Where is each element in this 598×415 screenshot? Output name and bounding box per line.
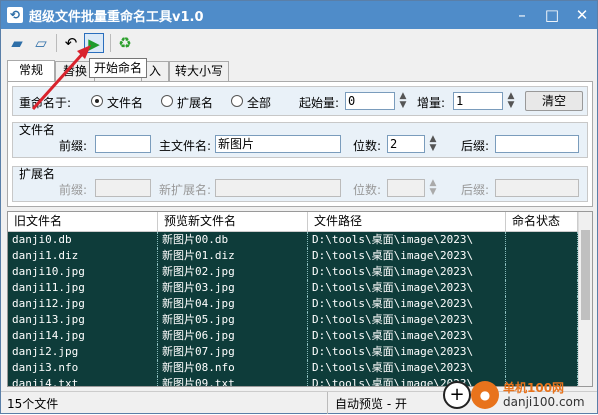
- app-window: ⟲ 超级文件批量重命名工具v1.0 – □ ✕ ▰ ▱ ↶ ▶ ♻ 开始命名 常…: [0, 0, 598, 414]
- annotation-arrow-icon: [31, 45, 91, 111]
